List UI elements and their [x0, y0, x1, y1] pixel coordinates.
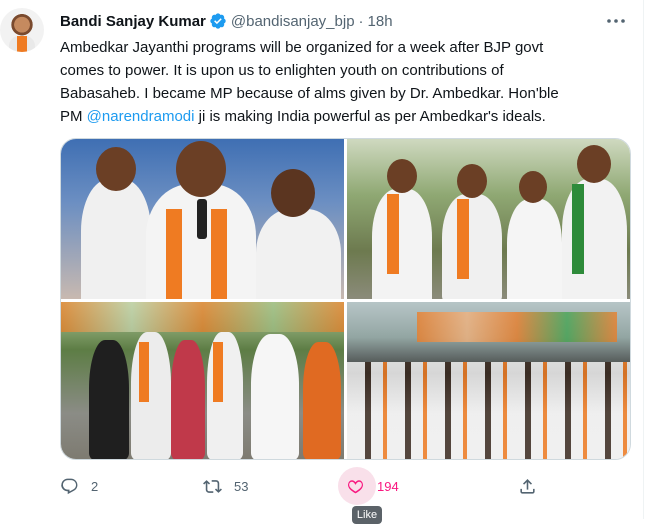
green-stole	[572, 184, 584, 274]
photo-4[interactable]	[347, 302, 630, 459]
person-figure	[303, 342, 341, 459]
person-head	[271, 169, 315, 217]
crowd	[347, 362, 630, 459]
person-figure	[131, 332, 171, 459]
saffron-stole	[211, 209, 227, 299]
photo-1[interactable]	[61, 139, 344, 299]
person-figure	[372, 189, 432, 299]
person-head	[457, 164, 487, 198]
saffron-stole	[139, 342, 149, 402]
saffron-stole	[166, 209, 182, 299]
saffron-stole	[387, 194, 399, 274]
speaker-head	[176, 141, 226, 197]
like-button[interactable]: 194	[338, 467, 399, 505]
retweet-icon	[203, 479, 222, 493]
author-handle[interactable]: @bandisanjay_bjp	[231, 13, 355, 30]
person-figure	[256, 209, 341, 299]
tweet-text-line: PM @narendramodi ji is making India powe…	[60, 105, 630, 128]
tweet-text-segment: ji is making India powerful as per Ambed…	[194, 108, 546, 125]
avatar[interactable]	[0, 8, 44, 52]
tweet-text-line: Ambedkar Jayanthi programs will be organ…	[60, 39, 544, 56]
retweet-count: 53	[234, 478, 249, 494]
person-head	[387, 159, 417, 193]
person-figure	[89, 340, 129, 459]
tweet-text-line: Babasaheb. I became MP because of alms g…	[60, 85, 559, 102]
person-figure	[81, 179, 151, 299]
timeline-divider	[643, 0, 644, 519]
verified-badge-icon	[210, 13, 226, 29]
reply-icon	[61, 478, 78, 494]
reply-button[interactable]: 2	[60, 474, 98, 498]
person-head	[519, 171, 547, 203]
more-icon[interactable]	[604, 10, 628, 32]
flags-row	[61, 302, 344, 332]
avatar-scarf	[17, 36, 27, 52]
saffron-stole	[457, 199, 469, 279]
person-head	[577, 145, 611, 183]
like-count: 194	[377, 478, 399, 494]
photo-3[interactable]	[61, 302, 344, 459]
tweet-actions: 2 53 194	[60, 467, 630, 505]
tweet-header: Bandi Sanjay Kumar @bandisanjay_bjp · 18…	[60, 10, 393, 32]
reply-count: 2	[91, 478, 99, 494]
share-icon	[520, 478, 535, 494]
timestamp[interactable]: 18h	[368, 13, 393, 30]
person-figure	[507, 199, 562, 299]
separator-dot: ·	[358, 12, 364, 30]
author-name[interactable]: Bandi Sanjay Kumar	[60, 13, 206, 30]
mention-link[interactable]: @narendramodi	[87, 108, 195, 125]
microphone	[197, 199, 207, 239]
tweet-text-segment: PM	[60, 108, 87, 125]
person-figure	[171, 340, 205, 459]
like-heart-icon	[348, 479, 363, 493]
photo-2[interactable]	[347, 139, 630, 299]
tweet-text: Ambedkar Jayanthi programs will be organ…	[60, 36, 630, 128]
media-grid	[60, 138, 631, 460]
retweet-button[interactable]: 53	[203, 474, 248, 498]
share-button[interactable]	[518, 474, 537, 498]
person-figure	[442, 194, 502, 299]
saffron-stole	[213, 342, 223, 402]
person-figure	[251, 334, 299, 459]
person-head	[96, 147, 136, 191]
flags-row	[417, 312, 617, 342]
like-tooltip: Like	[352, 506, 382, 524]
tweet-text-line: comes to power. It is upon us to enlight…	[60, 62, 504, 79]
